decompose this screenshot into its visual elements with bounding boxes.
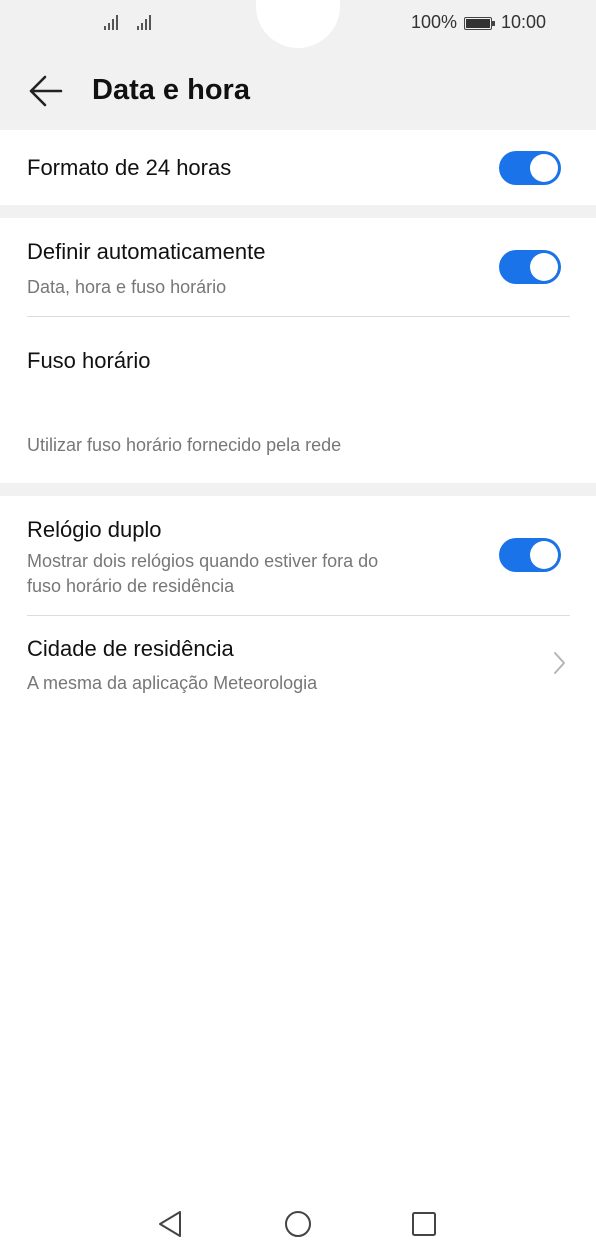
app-header: Data e hora [0, 60, 596, 122]
signal-icon [104, 14, 118, 30]
setting-subtitle: Utilizar fuso horário fornecido pela red… [27, 435, 342, 455]
toggle-24h-format[interactable] [499, 151, 561, 185]
section-gap [0, 483, 596, 496]
setting-subtitle: Data, hora e fuso horário [27, 277, 227, 297]
setting-subtitle: A mesma da aplicação Meteorologia [27, 673, 318, 693]
nav-back-icon[interactable] [156, 1209, 184, 1239]
page-title: Data e hora [92, 74, 250, 106]
status-time: 10:00 [501, 12, 547, 32]
setting-label: Formato de 24 horas [27, 155, 232, 180]
setting-subtitle-line2: fuso horário de residência [27, 576, 235, 596]
setting-label: Fuso horário [27, 348, 151, 373]
setting-auto-datetime[interactable]: Definir automaticamente Data, hora e fus… [0, 218, 596, 316]
setting-subtitle-line1: Mostrar dois relógios quando estiver for… [27, 551, 379, 571]
battery-percentage: 100% [411, 12, 458, 32]
chevron-right-icon [554, 652, 565, 674]
setting-24h-format[interactable]: Formato de 24 horas [0, 130, 596, 205]
setting-label: Definir automaticamente [27, 239, 266, 264]
back-arrow-icon[interactable] [28, 74, 64, 108]
nav-recents-icon[interactable] [410, 1209, 438, 1239]
signal-icon-2 [137, 14, 151, 30]
section-gap [0, 205, 596, 218]
battery-icon [464, 17, 495, 30]
setting-label: Cidade de residência [27, 636, 234, 661]
setting-timezone[interactable]: Fuso horário Utilizar fuso horário forne… [0, 317, 596, 483]
toggle-dual-clock[interactable] [499, 538, 561, 572]
setting-label: Relógio duplo [27, 517, 162, 542]
nav-home-icon[interactable] [284, 1209, 312, 1239]
setting-home-city[interactable]: Cidade de residência A mesma da aplicaçã… [0, 616, 596, 712]
setting-dual-clock[interactable]: Relógio duplo Mostrar dois relógios quan… [0, 496, 596, 615]
system-navigation-bar [0, 1195, 596, 1255]
toggle-auto-datetime[interactable] [499, 250, 561, 284]
